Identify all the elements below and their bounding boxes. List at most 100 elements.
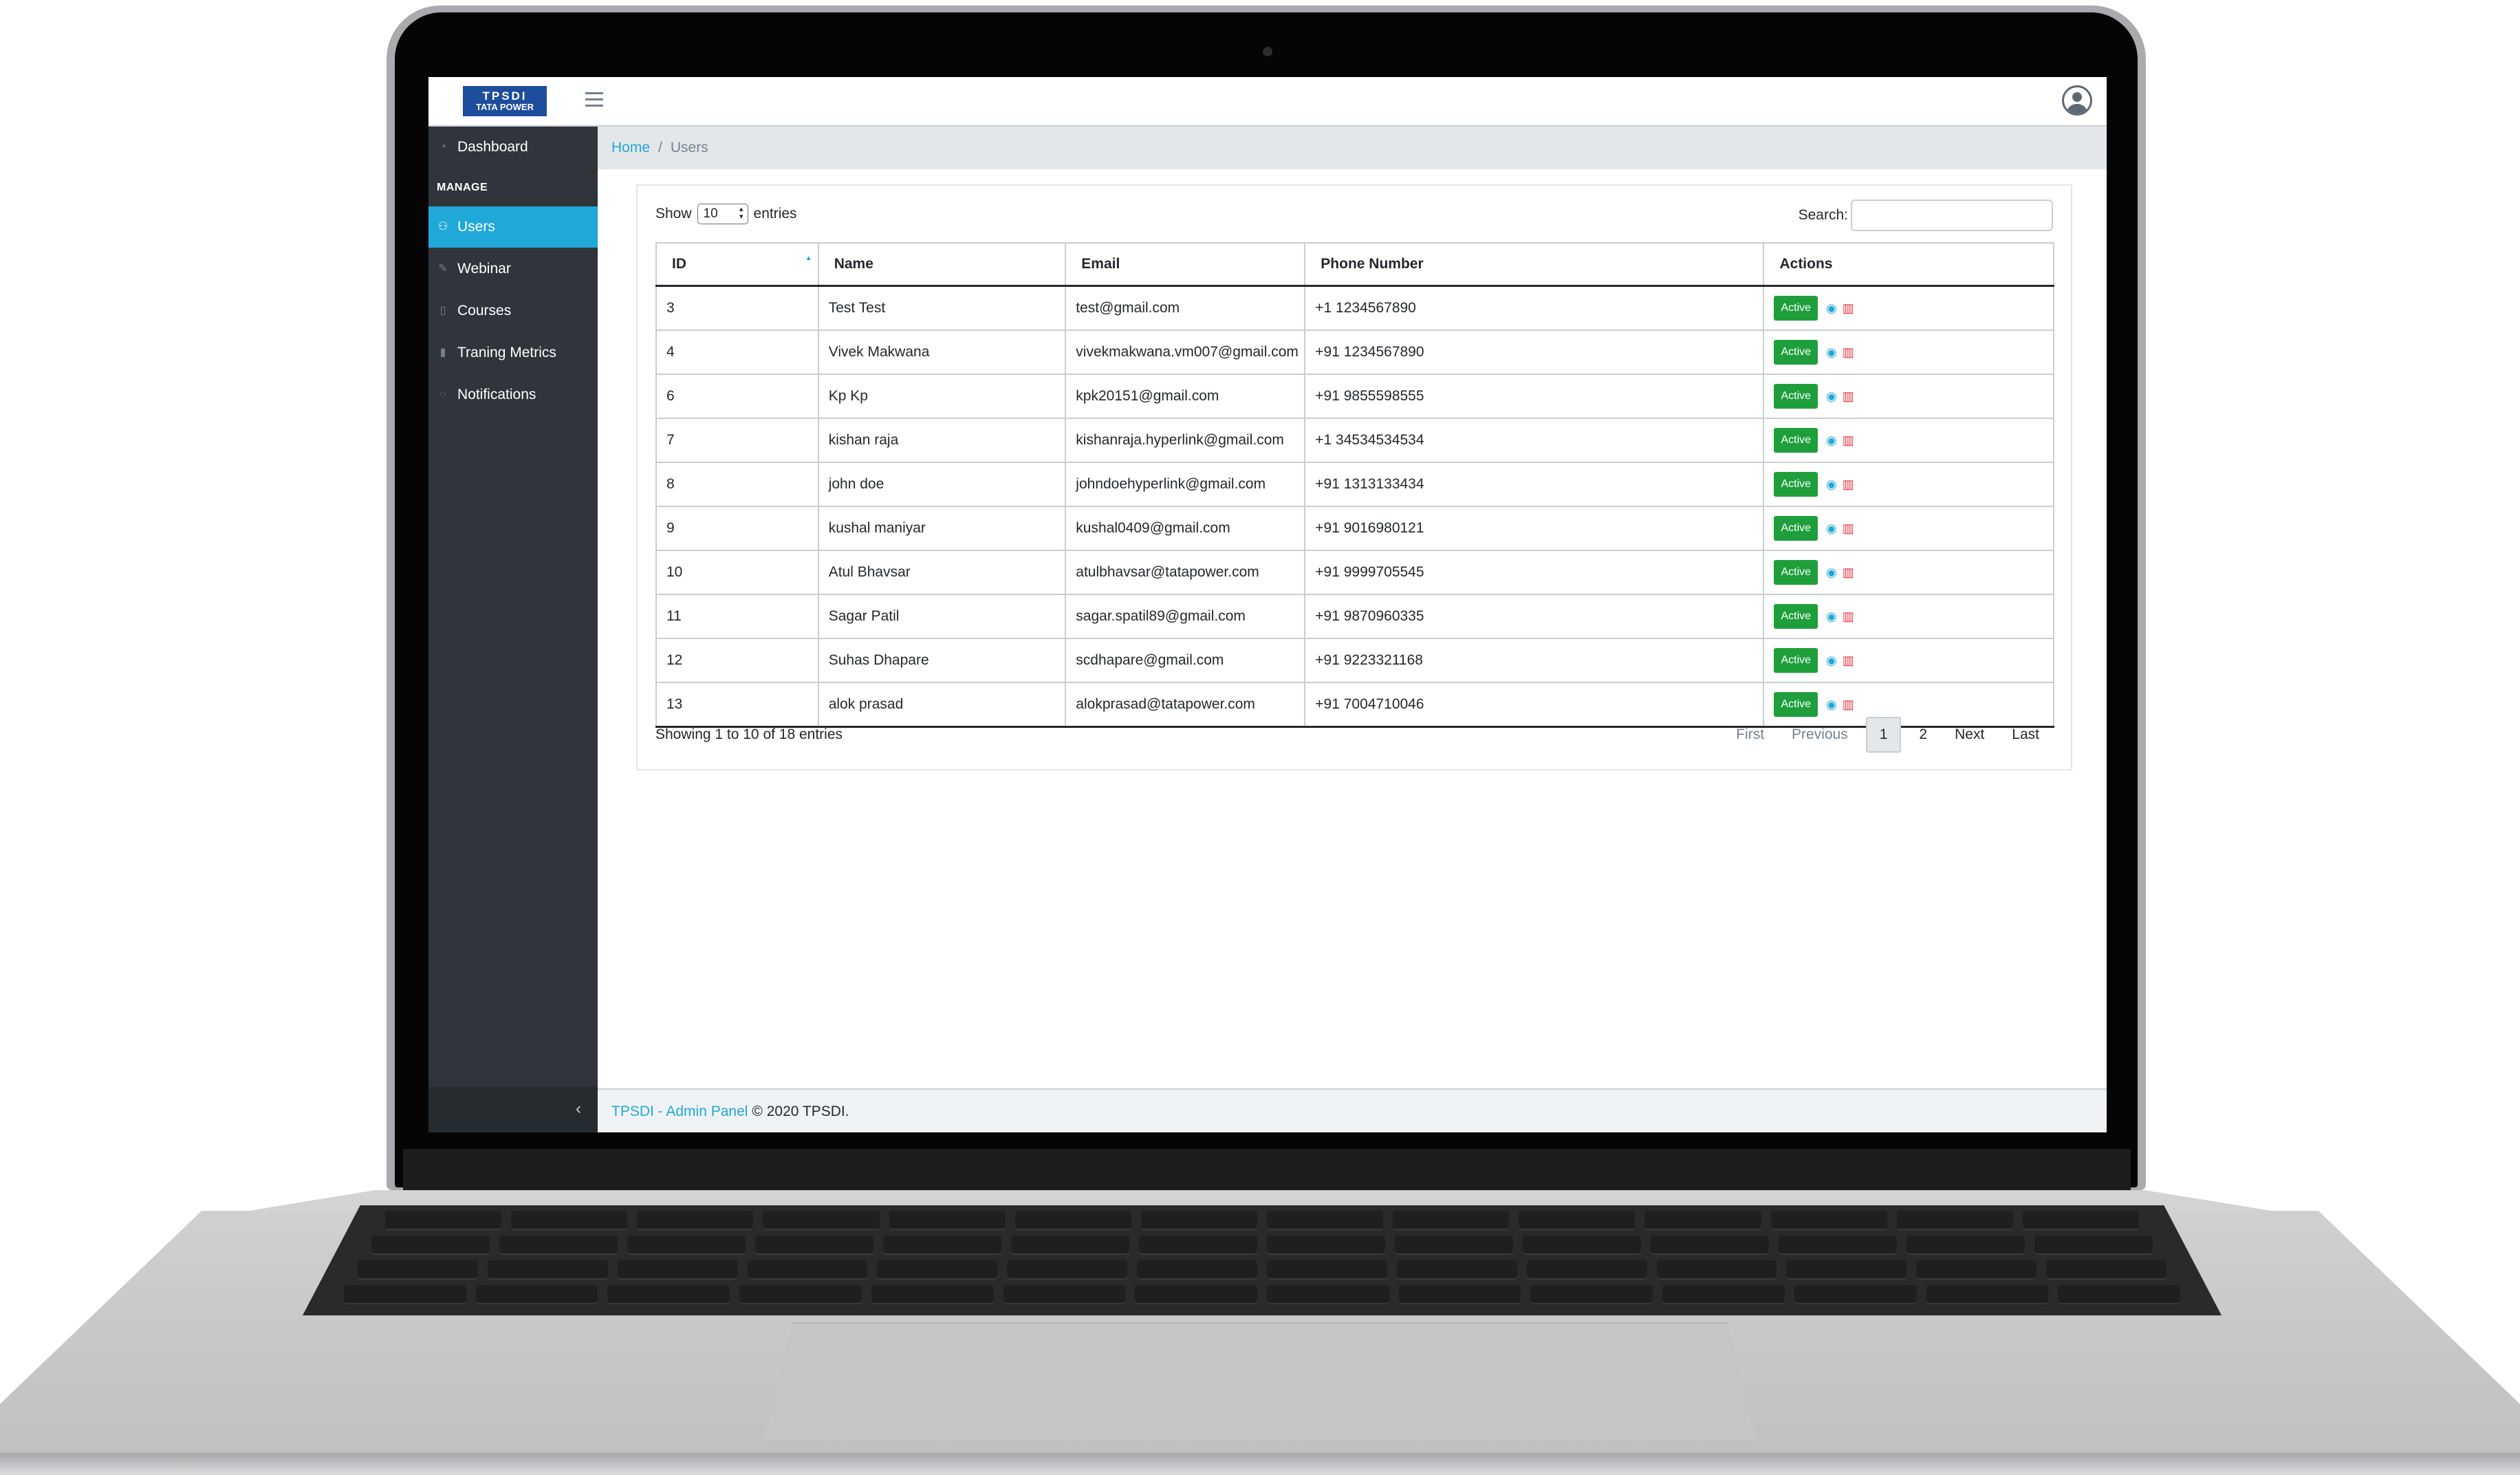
pagination-last[interactable]: Last (1998, 718, 2053, 751)
pagination-page-2[interactable]: 2 (1905, 718, 1941, 751)
pagination-next[interactable]: Next (1941, 718, 1998, 751)
cell-name: Test Test (817, 286, 1067, 331)
status-active-button[interactable]: Active (1774, 384, 1818, 409)
logo-subtext: TATA POWER (475, 102, 534, 112)
pagination-page-1[interactable]: 1 (1865, 717, 1902, 753)
keyboard-key (877, 1260, 998, 1280)
eye-icon[interactable]: ◉ (1826, 301, 1837, 316)
cell-id: 11 (655, 594, 819, 639)
cell-email: scdhapare@gmail.com (1065, 638, 1306, 683)
eye-icon[interactable]: ◉ (1826, 521, 1837, 536)
keyboard-key (1139, 1236, 1257, 1255)
cell-id: 9 (655, 506, 819, 551)
trash-icon[interactable]: ▥ (1843, 433, 1854, 448)
sidebar-item-training-metrics[interactable]: ▮ Traning Metrics (428, 332, 598, 374)
hamburger-icon[interactable] (585, 92, 603, 109)
status-active-button[interactable]: Active (1774, 472, 1818, 497)
keyboard-key (1395, 1236, 1513, 1255)
trash-icon[interactable]: ▥ (1843, 566, 1854, 580)
cell-name: Sagar Patil (817, 594, 1067, 639)
status-active-button[interactable]: Active (1774, 296, 1818, 321)
page-size-select[interactable]: 10 ▴ ▾ (697, 204, 748, 224)
cell-id: 8 (655, 462, 819, 507)
sidebar-item-courses[interactable]: ▯ Courses (428, 290, 598, 332)
keyboard-key (2034, 1236, 2153, 1255)
user-icon: ⚇ (437, 221, 448, 233)
keyboard-key (763, 1211, 880, 1230)
sidebar: ◔ Dashboard MANAGE ⚇ Users ✎ Webinar ▯ C… (428, 127, 598, 1132)
status-active-button[interactable]: Active (1774, 340, 1818, 365)
keyboard-key (371, 1236, 490, 1255)
laptop-hinge (403, 1149, 2131, 1190)
sidebar-section-title: MANAGE (437, 182, 488, 193)
keyboard-key (1530, 1285, 1653, 1304)
sidebar-item-dashboard[interactable]: ◔ Dashboard (428, 127, 598, 168)
cell-name: Kp Kp (817, 374, 1067, 419)
laptop-front-edge (0, 1453, 2520, 1475)
user-circle-icon[interactable] (2062, 85, 2092, 116)
eye-icon[interactable]: ◉ (1826, 610, 1837, 624)
status-active-button[interactable]: Active (1774, 516, 1818, 541)
status-active-button[interactable]: Active (1774, 648, 1818, 673)
trash-icon[interactable]: ▥ (1843, 477, 1854, 492)
eye-icon[interactable]: ◉ (1826, 477, 1837, 492)
cell-actions: Active ◉ ▥ (1763, 594, 2054, 639)
key-row (344, 1285, 2181, 1304)
column-header-email[interactable]: Email (1065, 242, 1306, 287)
eye-icon[interactable]: ◉ (1826, 654, 1837, 668)
camera (1263, 47, 1272, 56)
eye-icon[interactable]: ◉ (1826, 389, 1837, 404)
trash-icon[interactable]: ▥ (1843, 698, 1854, 712)
search-input[interactable] (1851, 200, 2053, 231)
trash-icon[interactable]: ▥ (1843, 654, 1854, 668)
cell-email: vivekmakwana.vm007@gmail.com (1065, 330, 1306, 375)
cell-phone: +91 9016980121 (1304, 506, 1765, 551)
status-active-button[interactable]: Active (1774, 692, 1818, 717)
trash-icon[interactable]: ▥ (1843, 389, 1854, 404)
trash-icon[interactable]: ▥ (1843, 345, 1854, 360)
breadcrumb-home-link[interactable]: Home (611, 140, 650, 156)
cell-name: Suhas Dhapare (817, 638, 1067, 683)
cell-phone: +91 9870960335 (1304, 594, 1765, 639)
sidebar-minimizer[interactable]: ‹ (428, 1087, 598, 1132)
keyboard-key (889, 1211, 1006, 1230)
sidebar-item-users[interactable]: ⚇ Users (428, 206, 598, 248)
status-active-button[interactable]: Active (1774, 560, 1818, 585)
trash-icon[interactable]: ▥ (1843, 521, 1854, 536)
eye-icon[interactable]: ◉ (1826, 698, 1837, 712)
keyboard-key (344, 1285, 466, 1304)
column-header-id[interactable]: ID ▲ (655, 242, 819, 287)
sidebar-item-notifications[interactable]: ◌ Notifications (428, 374, 598, 416)
keyboard-key (1896, 1211, 2013, 1230)
status-active-button[interactable]: Active (1774, 604, 1818, 629)
keyboard-key (1916, 1260, 2037, 1280)
sidebar-item-label: Traning Metrics (457, 345, 556, 360)
trash-icon[interactable]: ▥ (1843, 301, 1854, 316)
pagination-previous[interactable]: Previous (1778, 718, 1862, 751)
keyboard-key (1137, 1260, 1258, 1280)
table-row: 8 john doe johndoehyperlink@gmail.com +91 1… (655, 462, 2054, 507)
eye-icon[interactable]: ◉ (1826, 345, 1837, 360)
eye-icon[interactable]: ◉ (1826, 566, 1837, 580)
users-table: ID ▲ Name Email Phone Number Actions 3 Tes… (655, 242, 2054, 728)
status-active-button[interactable]: Active (1774, 428, 1818, 453)
cell-actions: Active ◉ ▥ (1763, 374, 2054, 419)
column-header-phone[interactable]: Phone Number (1304, 242, 1765, 287)
column-header-name[interactable]: Name (817, 242, 1067, 287)
keyboard-key (617, 1260, 738, 1280)
table-body: 3 Test Test test@gmail.com +1 1234567890 Act… (655, 286, 2054, 728)
cell-email: johndoehyperlink@gmail.com (1065, 462, 1306, 507)
column-header-actions[interactable]: Actions (1763, 242, 2054, 287)
trash-icon[interactable]: ▥ (1843, 610, 1854, 624)
search-label: Search: (1798, 207, 1848, 223)
cell-phone: +91 9855598555 (1304, 374, 1765, 419)
main-content: Show 10 ▴ ▾ entries Search: ID ▲ Name Em… (598, 169, 2107, 1088)
footer-link[interactable]: TPSDI - Admin Panel (611, 1103, 748, 1120)
eye-icon[interactable]: ◉ (1826, 433, 1837, 448)
keyboard-key (1396, 1260, 1517, 1280)
pagination-first[interactable]: First (1722, 718, 1778, 751)
sidebar-item-webinar[interactable]: ✎ Webinar (428, 248, 598, 290)
brand-logo[interactable]: TPSDI TATA POWER (463, 86, 547, 116)
keyboard-key (2022, 1211, 2139, 1230)
keyboard-key (1526, 1260, 1647, 1280)
